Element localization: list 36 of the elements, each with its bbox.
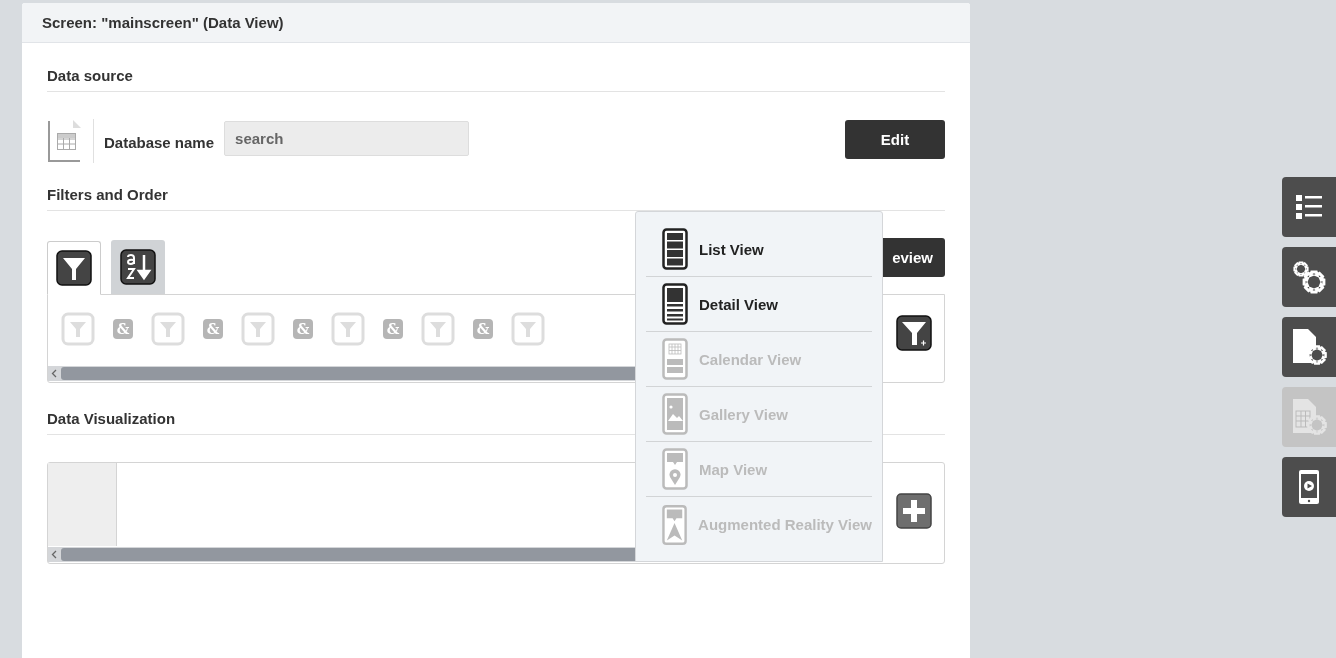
toolbar-button[interactable] — [1282, 457, 1336, 517]
calendar-layout-icon — [662, 338, 688, 380]
and-connector[interactable]: & — [383, 318, 403, 339]
menu-item[interactable]: Augmented Reality View — [646, 497, 872, 552]
map-pin-icon — [662, 448, 688, 490]
detail-layout-icon — [662, 283, 688, 325]
and-connector[interactable]: & — [293, 318, 313, 339]
document-gear-icon — [1290, 327, 1328, 367]
and-connector[interactable]: & — [113, 318, 133, 339]
menu-item[interactable]: List View — [646, 222, 872, 277]
sort-tab[interactable] — [111, 240, 165, 294]
menu-item[interactable]: Calendar View — [646, 332, 872, 387]
database-name-field[interactable]: search — [224, 120, 470, 156]
toolbar-button[interactable] — [1282, 317, 1336, 377]
and-connector[interactable]: & — [473, 318, 493, 339]
filter-icon — [56, 250, 92, 286]
field-label: Database name — [104, 132, 215, 151]
gears-icon — [1291, 259, 1327, 295]
add-filter-icon[interactable] — [896, 315, 932, 351]
image-layout-icon — [662, 393, 688, 435]
filter-tab[interactable] — [47, 241, 101, 295]
toolbar-button[interactable] — [1282, 247, 1336, 307]
phone-play-icon — [1296, 469, 1322, 505]
list-icon — [1294, 192, 1324, 222]
menu-item[interactable]: Map View — [646, 442, 872, 497]
toolbar-button[interactable] — [1282, 177, 1336, 237]
edit-button[interactable]: Edit — [845, 119, 945, 159]
window-title: Screen: "mainscreen" (Data View) — [42, 14, 284, 31]
section-heading: Data source — [47, 43, 945, 92]
menu-item[interactable]: Gallery View — [646, 387, 872, 442]
table-gear-icon — [1290, 397, 1328, 437]
sort-icon — [120, 249, 156, 285]
menu-item[interactable]: Detail View — [646, 277, 872, 332]
and-connector[interactable]: & — [203, 318, 223, 339]
list-layout-icon — [662, 228, 688, 270]
add-icon[interactable] — [896, 493, 932, 529]
